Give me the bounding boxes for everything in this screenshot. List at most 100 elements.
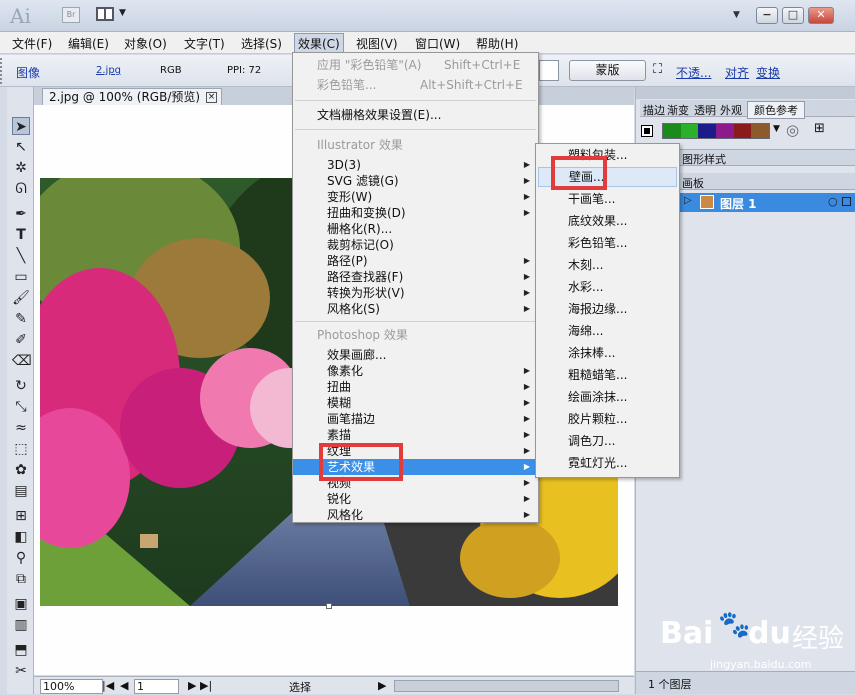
scale-tool-icon[interactable]: ⤡ bbox=[12, 398, 30, 416]
warp-tool-icon[interactable]: ≈ bbox=[12, 419, 30, 437]
select-similar-icon[interactable]: ⛶ bbox=[653, 62, 662, 77]
harmony-swatches[interactable] bbox=[662, 123, 770, 139]
lasso-tool-icon[interactable]: ᘏ bbox=[12, 180, 30, 198]
menu-type[interactable]: 文字(T) bbox=[184, 35, 225, 52]
paintbrush-tool-icon[interactable]: 🖌 bbox=[12, 289, 30, 307]
pen-tool-icon[interactable]: ✒ bbox=[12, 205, 30, 223]
mesh-tool-icon[interactable]: ⊞ bbox=[12, 507, 30, 525]
save-color-group-icon[interactable]: ⊞ bbox=[814, 121, 825, 136]
swatch-6[interactable] bbox=[751, 124, 770, 138]
transform-link[interactable]: 变换 bbox=[756, 64, 780, 81]
tab-stroke[interactable]: 描边 bbox=[643, 102, 665, 118]
rotate-tool-icon[interactable]: ↻ bbox=[12, 377, 30, 395]
menu-blur[interactable]: 模糊 ▶ bbox=[293, 395, 538, 411]
type-tool-icon[interactable]: T bbox=[12, 226, 30, 244]
swatch-4[interactable] bbox=[716, 124, 734, 138]
menu-object[interactable]: 对象(O) bbox=[124, 35, 167, 52]
layer-row[interactable]: ▷ 图层 1 ○ bbox=[680, 193, 855, 212]
selection-tool-icon[interactable]: ➤ bbox=[12, 117, 30, 135]
first-page-icon[interactable]: |◀ bbox=[102, 679, 114, 692]
eyedropper-tool-icon[interactable]: ⚲ bbox=[12, 549, 30, 567]
layer-name[interactable]: 图层 1 bbox=[720, 195, 757, 212]
submenu-palette-knife[interactable]: 调色刀... bbox=[536, 433, 679, 449]
menu-help[interactable]: 帮助(H) bbox=[476, 35, 518, 52]
harmony-dropdown-icon[interactable]: ▼ bbox=[773, 124, 780, 134]
workspace-dropdown-icon[interactable]: ▼ bbox=[733, 10, 740, 20]
document-raster-settings[interactable]: 文档栅格效果设置(E)... bbox=[293, 107, 538, 123]
submenu-colored-pencil[interactable]: 彩色铅笔... bbox=[536, 235, 679, 251]
menu-distort-transform[interactable]: 扭曲和变换(D) ▶ bbox=[293, 205, 538, 221]
swatch-5[interactable] bbox=[733, 124, 752, 138]
zoom-field[interactable]: 100% bbox=[40, 679, 104, 694]
menu-warp[interactable]: 变形(W) ▶ bbox=[293, 189, 538, 205]
menu-crop-marks[interactable]: 裁剪标记(O) bbox=[293, 237, 538, 253]
submenu-sponge[interactable]: 海绵... bbox=[536, 323, 679, 339]
horizontal-scrollbar[interactable] bbox=[394, 680, 619, 692]
prev-page-icon[interactable]: ◀ bbox=[120, 679, 128, 692]
submenu-underpainting[interactable]: 底纹效果... bbox=[536, 213, 679, 229]
slice-tool-icon[interactable]: ✂ bbox=[12, 662, 30, 680]
blob-brush-tool-icon[interactable]: ✐ bbox=[12, 331, 30, 349]
submenu-neon-glow[interactable]: 霓虹灯光... bbox=[536, 455, 679, 471]
menu-edit[interactable]: 编辑(E) bbox=[68, 35, 109, 52]
live-paint-tool-icon[interactable]: ▣ bbox=[12, 595, 30, 613]
line-tool-icon[interactable]: ╲ bbox=[12, 247, 30, 265]
close-button[interactable]: ✕ bbox=[808, 7, 834, 24]
menu-svg-filters[interactable]: SVG 滤镜(G) ▶ bbox=[293, 173, 538, 189]
tab-transparency[interactable]: 透明 bbox=[694, 102, 716, 118]
anchor-handle[interactable] bbox=[326, 603, 332, 609]
menu-view[interactable]: 视图(V) bbox=[356, 35, 398, 52]
submenu-rough-pastels[interactable]: 粗糙蜡笔... bbox=[536, 367, 679, 383]
close-tab-icon[interactable]: × bbox=[206, 92, 218, 103]
submenu-film-grain[interactable]: 胶片颗粒... bbox=[536, 411, 679, 427]
graph-tool-icon[interactable]: ▤ bbox=[12, 482, 30, 500]
direct-selection-tool-icon[interactable]: ↖ bbox=[12, 138, 30, 156]
expand-layer-icon[interactable]: ▷ bbox=[684, 195, 692, 206]
fill-swatch[interactable] bbox=[641, 125, 653, 137]
swatch-1[interactable] bbox=[663, 124, 681, 138]
status-menu-icon[interactable]: ▶ bbox=[378, 679, 386, 692]
selection-indicator[interactable] bbox=[842, 197, 851, 206]
page-field[interactable]: 1 bbox=[134, 679, 179, 694]
target-icon[interactable]: ○ bbox=[828, 195, 838, 208]
align-link[interactable]: 对齐 bbox=[725, 64, 749, 81]
pencil-tool-icon[interactable]: ✎ bbox=[12, 310, 30, 328]
tab-appearance[interactable]: 外观 bbox=[720, 102, 742, 118]
rectangle-tool-icon[interactable]: ▭ bbox=[12, 268, 30, 286]
free-transform-tool-icon[interactable]: ⬚ bbox=[12, 440, 30, 458]
tab-color-guide[interactable]: 颜色参考 bbox=[747, 101, 805, 119]
column-graph-tool-icon[interactable]: ▥ bbox=[12, 616, 30, 634]
blend-tool-icon[interactable]: ⧉ bbox=[12, 570, 30, 588]
bridge-button[interactable]: Br bbox=[62, 7, 80, 23]
next-page-icon[interactable]: ▶ bbox=[188, 679, 196, 692]
submenu-dry-brush[interactable]: 干画笔... bbox=[536, 191, 679, 207]
menu-effect[interactable]: 效果(C) bbox=[294, 33, 344, 54]
gradient-tool-icon[interactable]: ◧ bbox=[12, 528, 30, 546]
submenu-smudge-stick[interactable]: 涂抹棒... bbox=[536, 345, 679, 361]
submenu-poster-edges[interactable]: 海报边缘... bbox=[536, 301, 679, 317]
menu-pathfinder[interactable]: 路径查找器(F) ▶ bbox=[293, 269, 538, 285]
tab-graphic-styles[interactable]: 图形样式 bbox=[682, 151, 726, 167]
swatch-3[interactable] bbox=[698, 124, 717, 138]
menu-path[interactable]: 路径(P) ▶ bbox=[293, 253, 538, 269]
menu-file[interactable]: 文件(F) bbox=[12, 35, 52, 52]
menu-window[interactable]: 窗口(W) bbox=[415, 35, 460, 52]
last-effect[interactable]: 彩色铅笔... Alt+Shift+Ctrl+E bbox=[293, 77, 538, 93]
menu-stylize-photoshop[interactable]: 风格化 ▶ bbox=[293, 507, 538, 523]
arrange-documents-button[interactable]: ▼ bbox=[96, 6, 130, 24]
menu-rasterize[interactable]: 栅格化(R)... bbox=[293, 221, 538, 237]
menu-sketch[interactable]: 素描 ▶ bbox=[293, 427, 538, 443]
menu-stylize-illustrator[interactable]: 风格化(S) ▶ bbox=[293, 301, 538, 317]
artboard-tool-icon[interactable]: ⬒ bbox=[12, 641, 30, 659]
grip-handle[interactable] bbox=[0, 58, 6, 84]
menu-convert-to-shape[interactable]: 转换为形状(V) ▶ bbox=[293, 285, 538, 301]
last-page-icon[interactable]: ▶| bbox=[200, 679, 212, 692]
magic-wand-tool-icon[interactable]: ✲ bbox=[12, 159, 30, 177]
opacity-link[interactable]: 不透... bbox=[676, 64, 711, 81]
mask-button[interactable]: 蒙版 bbox=[569, 60, 646, 81]
menu-brush-strokes[interactable]: 画笔描边 ▶ bbox=[293, 411, 538, 427]
menu-distort[interactable]: 扭曲 ▶ bbox=[293, 379, 538, 395]
menu-sharpen[interactable]: 锐化 ▶ bbox=[293, 491, 538, 507]
control-dropdown[interactable] bbox=[539, 60, 559, 81]
submenu-paint-daubs[interactable]: 绘画涂抹... bbox=[536, 389, 679, 405]
